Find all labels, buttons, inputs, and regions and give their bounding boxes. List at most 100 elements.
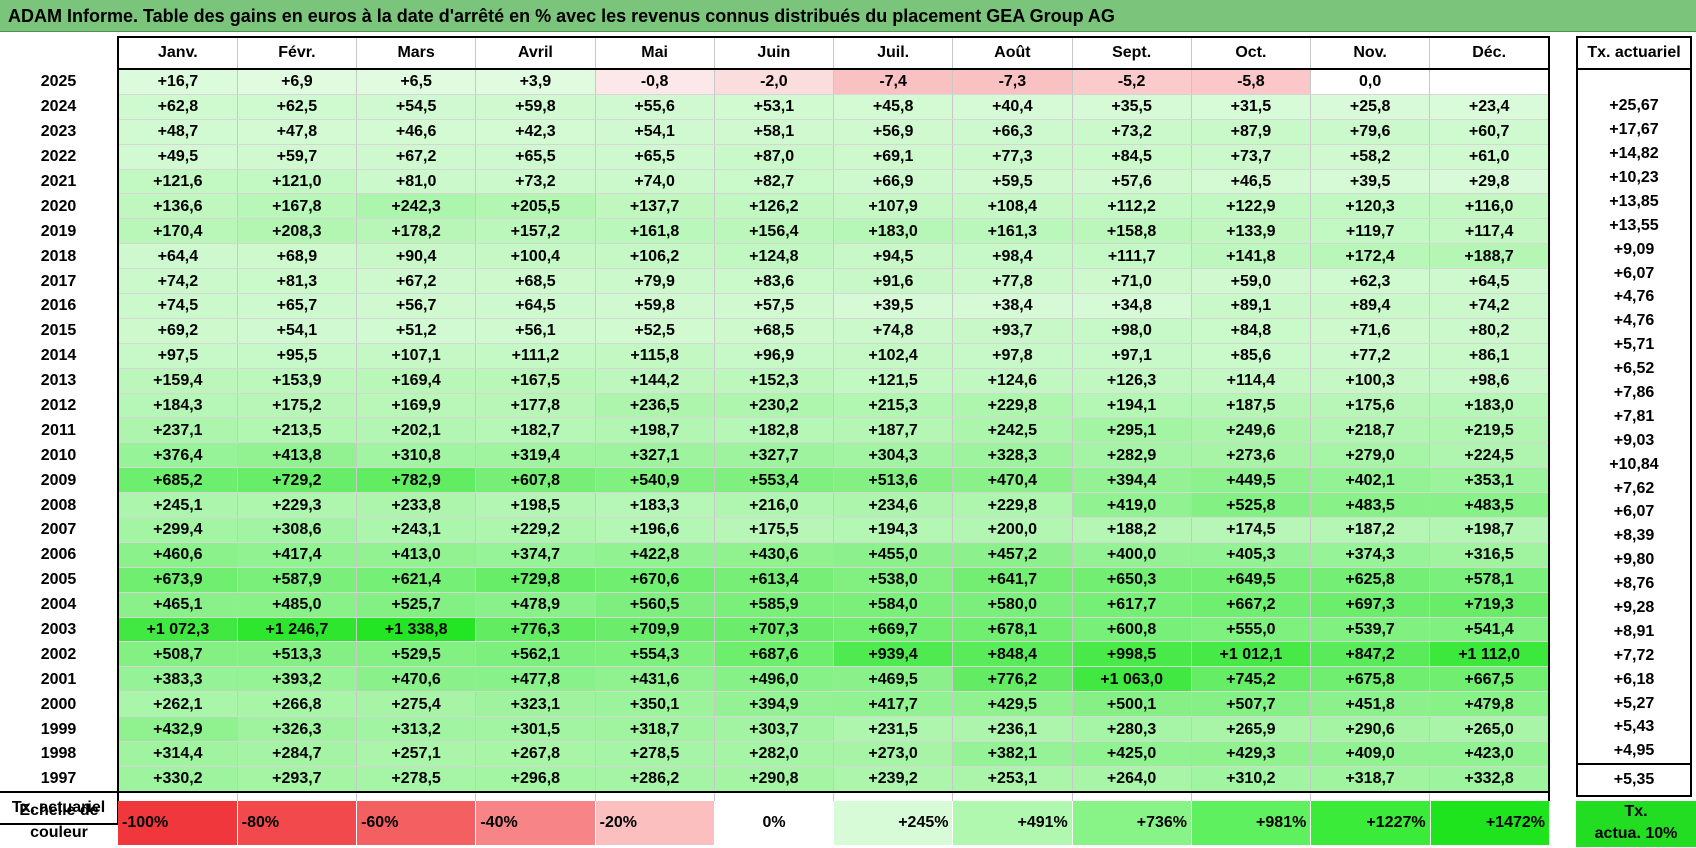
value-cell: +673,9 [116, 567, 238, 593]
value-cell: +266,8 [236, 691, 357, 718]
rate-row: +8,76 [1576, 571, 1692, 596]
value-cell: +236,1 [952, 716, 1072, 743]
value-cell: +469,5 [832, 666, 953, 693]
value-cell: +161,3 [952, 218, 1072, 245]
rate-cell: +7,72 [1576, 643, 1692, 668]
value-cell: +120,3 [1309, 193, 1430, 220]
value-cell: +79,6 [1309, 119, 1430, 145]
rate-cell: +25,67 [1576, 93, 1692, 118]
year-label: 2019 [40, 222, 77, 240]
value-cell: +54,1 [594, 119, 715, 145]
value-cell: -5,8 [1190, 69, 1311, 95]
value-cell: +66,9 [832, 169, 953, 195]
value-cell: +280,3 [1071, 716, 1192, 743]
value-cell: +59,0 [1190, 268, 1311, 295]
value-cell: +417,4 [236, 542, 357, 568]
value-cell: +687,6 [713, 641, 834, 668]
rate-cell [1576, 69, 1692, 94]
value-cell: +106,2 [594, 243, 715, 270]
color-scale-step: -20% [595, 801, 715, 845]
rate-row: +7,72 [1576, 643, 1692, 668]
value-cell: +303,7 [713, 716, 834, 743]
rate-cell: +7,86 [1576, 380, 1692, 405]
value-cell: +313,2 [355, 716, 476, 743]
value-cell: +350,1 [594, 691, 715, 718]
value-cell: +159,4 [116, 368, 238, 394]
rate-row: +17,67 [1576, 117, 1692, 142]
value-cell: +425,0 [1071, 741, 1192, 767]
rate-cell: +6,07 [1576, 261, 1692, 286]
value-cell: +729,2 [236, 467, 357, 494]
overall-rate-cell: +5,35 [1576, 762, 1692, 797]
value-cell: +158,8 [1071, 218, 1192, 245]
value-cell: +709,9 [594, 617, 715, 643]
value-cell: +479,8 [1429, 691, 1551, 718]
value-cell: +3,9 [475, 69, 595, 95]
value-cell: +62,3 [1309, 268, 1430, 295]
value-cell: +47,8 [236, 119, 357, 145]
value-cell: +187,5 [1190, 393, 1311, 419]
table-row: 2019 +170,4 +208,3 +178,2 +157,2 +161,8 +156,4… [0, 218, 1551, 245]
page-title: ADAM Informe. Table des gains en euros à… [0, 0, 1696, 32]
value-cell: +1 112,0 [1429, 641, 1551, 668]
value-cell: +560,5 [594, 592, 715, 618]
value-cell: +310,2 [1190, 766, 1311, 793]
year-label: 2020 [40, 197, 77, 215]
value-cell: +42,3 [475, 119, 595, 145]
table-row: 2018 +64,4 +68,9 +90,4 +100,4 +106,2 +124,8 +94… [0, 243, 1551, 270]
value-cell: +25,8 [1309, 94, 1430, 120]
value-cell: +58,2 [1309, 144, 1430, 170]
value-cell: +419,0 [1071, 492, 1192, 519]
value-cell: +529,5 [355, 641, 476, 668]
value-cell: +219,5 [1429, 417, 1551, 444]
rate-cell: +9,80 [1576, 547, 1692, 572]
value-cell: +124,6 [952, 368, 1072, 394]
value-cell: +308,6 [236, 517, 357, 543]
value-cell: +216,0 [713, 492, 834, 519]
rate-header-row: Tx. actuariel [1576, 36, 1692, 70]
value-cell: +66,3 [952, 119, 1072, 145]
table-row: 2015 +69,2 +54,1 +51,2 +56,1 +52,5 +68,5 +74,8 +… [0, 318, 1551, 344]
value-cell: +107,9 [832, 193, 953, 220]
value-cell: +133,9 [1190, 218, 1311, 245]
value-cell: +316,5 [1429, 542, 1551, 568]
value-cell: +67,2 [355, 144, 476, 170]
month-header: Mars [355, 36, 476, 70]
year-label: 1997 [40, 770, 77, 788]
value-cell: +170,4 [116, 218, 238, 245]
value-cell [1429, 69, 1551, 95]
rate-cell: +6,18 [1576, 667, 1692, 692]
value-cell: +617,7 [1071, 592, 1192, 618]
value-cell: +485,0 [236, 592, 357, 618]
month-header: Août [952, 36, 1072, 70]
value-cell: +65,7 [236, 293, 357, 319]
value-cell: +62,8 [116, 94, 238, 120]
value-cell: +496,0 [713, 666, 834, 693]
rate-row: +6,52 [1576, 356, 1692, 381]
value-cell: +126,2 [713, 193, 834, 220]
color-scale-step: -40% [475, 801, 596, 845]
value-cell: +114,4 [1190, 368, 1311, 394]
rate-cell: +4,95 [1576, 738, 1692, 764]
value-cell: +449,5 [1190, 467, 1311, 494]
value-cell: +585,9 [713, 592, 834, 618]
value-cell: +304,3 [832, 442, 953, 469]
value-cell: +230,2 [713, 393, 834, 419]
year-label: 2010 [40, 446, 77, 464]
value-cell: +382,1 [952, 741, 1072, 767]
year-label: 2003 [40, 621, 77, 639]
value-cell: +229,3 [236, 492, 357, 519]
value-cell: +100,4 [475, 243, 595, 270]
value-cell: +267,8 [475, 741, 595, 767]
value-cell: +152,3 [713, 368, 834, 394]
value-cell: +196,6 [594, 517, 715, 543]
color-scale-step: +1472% [1430, 801, 1551, 845]
value-cell: +451,8 [1309, 691, 1430, 718]
value-cell: +122,9 [1190, 193, 1311, 220]
value-cell: +126,3 [1071, 368, 1192, 394]
value-cell: +555,0 [1190, 617, 1311, 643]
year-label: 2009 [40, 471, 77, 489]
value-cell: +318,7 [594, 716, 715, 743]
rate-cell: +9,28 [1576, 595, 1692, 620]
color-scale-step: 0% [714, 801, 835, 845]
